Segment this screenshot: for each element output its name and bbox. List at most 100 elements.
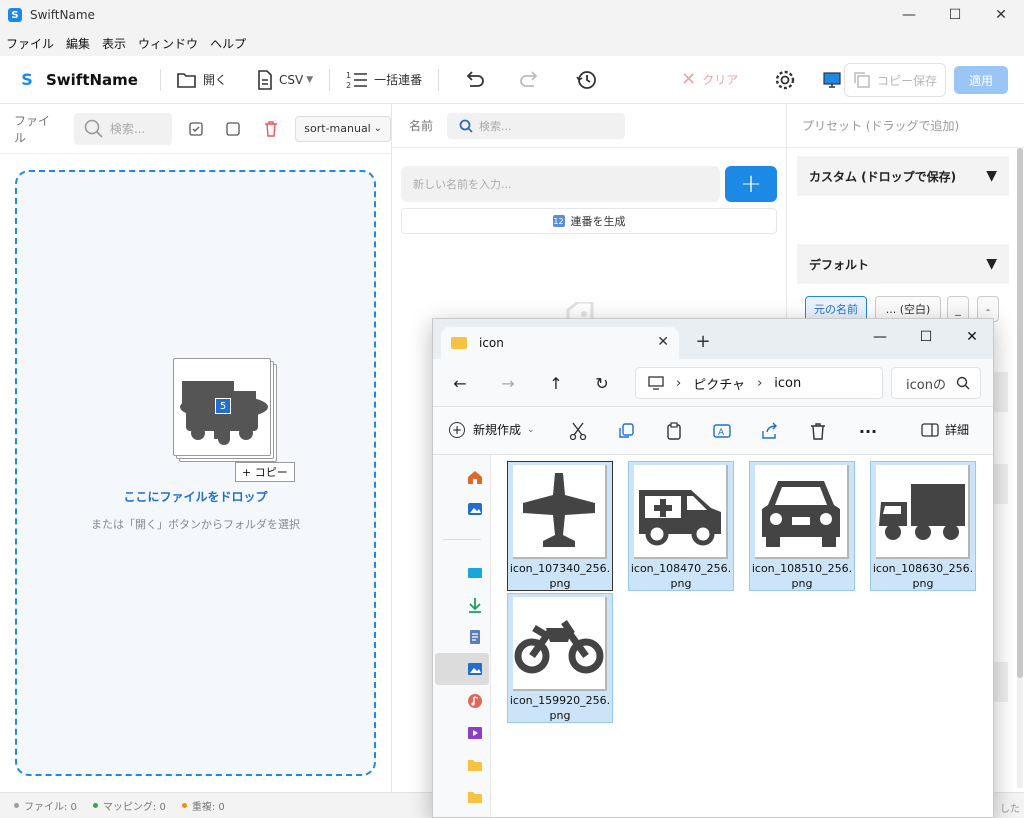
paste-button[interactable] [663, 421, 685, 441]
batch-number-button[interactable]: 12 一括連番 [338, 64, 430, 96]
details-pane-button[interactable]: 詳細 [921, 421, 969, 438]
gear-icon [776, 70, 795, 89]
status-mappings: マッピング: 0 [92, 798, 166, 813]
file-name: icon_159920_256.png [509, 694, 611, 722]
file-item[interactable]: icon_108510_256.png [749, 461, 855, 591]
explorer-tab[interactable]: icon ✕ [441, 327, 679, 359]
refresh-button[interactable]: ↻ [589, 371, 615, 395]
file-item[interactable]: icon_159920_256.png [507, 593, 613, 723]
desktop-icon[interactable] [467, 565, 483, 581]
new-item-label: 新規作成 [473, 423, 522, 437]
undo-button[interactable] [455, 64, 499, 96]
history-button[interactable] [567, 64, 611, 96]
new-name-input[interactable]: 新しい名前を入力... [401, 166, 720, 202]
file-item[interactable]: icon_108470_256.png [628, 461, 734, 591]
drop-zone-title: ここにファイルをドロップ [123, 490, 268, 504]
menu-file[interactable]: ファイル [0, 35, 60, 52]
download-icon[interactable] [467, 597, 483, 613]
deselect-all-button[interactable] [219, 115, 247, 143]
custom-preset-label: カスタム (ドロップで保存) [809, 169, 957, 184]
explorer-close-button[interactable]: ✕ [949, 323, 993, 351]
videos-icon[interactable] [467, 725, 483, 741]
csv-label: CSV [279, 72, 304, 87]
open-button[interactable]: 開く [169, 64, 235, 96]
csv-button[interactable]: CSV ▼ [249, 64, 321, 96]
explorer-maximize-button[interactable]: ☐ [903, 323, 949, 351]
folder-icon[interactable] [467, 757, 483, 773]
folder-icon [451, 337, 467, 349]
generate-sequence-button[interactable]: 12 連番を生成 [401, 208, 777, 234]
menu-edit[interactable]: 編集 [60, 35, 96, 52]
toolbar-divider [329, 68, 331, 91]
explorer-search-input[interactable]: iconの [891, 367, 981, 399]
select-all-button[interactable] [182, 115, 210, 143]
status-mappings-text: マッピング: 0 [102, 802, 166, 813]
trash-icon [811, 423, 825, 440]
up-button[interactable]: ↑ [543, 371, 569, 395]
new-tab-button[interactable]: + [691, 329, 715, 353]
delete-button[interactable] [807, 421, 829, 441]
breadcrumb-pictures[interactable]: ピクチャ [693, 374, 745, 393]
music-icon[interactable] [467, 693, 483, 709]
svg-text:1: 1 [346, 71, 351, 80]
folder-icon[interactable] [467, 789, 483, 805]
pictures-icon[interactable] [467, 661, 483, 677]
close-button[interactable]: ✕ [978, 0, 1024, 30]
drag-preview: 5 [173, 358, 277, 462]
gallery-icon[interactable] [467, 501, 483, 517]
back-button[interactable]: ← [447, 371, 473, 395]
settings-button[interactable] [766, 64, 810, 96]
brand: S SwiftName [18, 70, 138, 89]
file-search-placeholder: 検索... [109, 122, 146, 136]
menu-help[interactable]: ヘルプ [204, 35, 252, 52]
custom-preset-accordion[interactable]: カスタム (ドロップで保存) ▼ [797, 156, 1009, 196]
numbered-list-icon: 12 [346, 71, 368, 90]
file-name: icon_107340_256.png [509, 562, 611, 590]
explorer-file-area: icon_107340_256.png icon_108470_256.png [491, 455, 993, 817]
preset-scrollbar[interactable] [1017, 148, 1023, 788]
file-thumbnail [513, 597, 607, 691]
breadcrumb-icon[interactable]: icon [774, 376, 801, 391]
copy-save-label: コピー保存 [876, 73, 937, 88]
apply-button[interactable]: 適用 [954, 66, 1008, 94]
close-tab-icon[interactable]: ✕ [657, 334, 669, 350]
file-name: icon_108510_256.png [751, 562, 853, 590]
explorer-minimize-button[interactable]: — [857, 323, 903, 351]
menu-window[interactable]: ウィンドウ [132, 35, 204, 52]
maximize-button[interactable]: ☐ [932, 0, 978, 30]
documents-icon[interactable] [467, 629, 483, 645]
monitor-icon [648, 376, 664, 390]
clear-button[interactable]: ✕ クリア [673, 64, 746, 96]
search-icon [956, 376, 970, 390]
share-button[interactable] [759, 421, 781, 441]
home-icon[interactable] [467, 469, 483, 485]
rename-button[interactable]: A [711, 421, 733, 441]
cut-button[interactable] [567, 421, 589, 441]
scrollbar-thumb[interactable] [1017, 148, 1023, 678]
delete-button[interactable] [257, 115, 285, 143]
file-drop-zone[interactable]: 5 + コピー ここにファイルをドロップ または「開く」ボタンからフォルダを選択 [15, 170, 376, 776]
copy-save-button[interactable]: コピー保存 [844, 63, 946, 97]
file-search-input[interactable]: 検索... [73, 112, 172, 145]
add-name-button[interactable]: + [725, 166, 777, 202]
forward-button[interactable]: → [495, 371, 521, 395]
drag-count-badge: 5 [215, 398, 231, 414]
copy-icon [854, 72, 870, 88]
explorer-address-bar: ← → ↑ ↻ › ピクチャ › icon iconの [433, 359, 993, 407]
details-pane-label: 詳細 [945, 423, 970, 437]
file-item[interactable]: icon_108630_256.png [870, 461, 976, 591]
file-name: icon_108470_256.png [630, 562, 732, 590]
explorer-search-text: iconの [906, 377, 946, 393]
more-options-icon[interactable]: ··· [857, 421, 879, 441]
menu-view[interactable]: 表示 [96, 35, 132, 52]
chevron-down-icon: ⌄ [527, 424, 535, 435]
redo-button[interactable] [511, 64, 555, 96]
minimize-button[interactable]: — [886, 0, 932, 30]
sort-select[interactable]: sort-manual ⌄ [295, 115, 392, 142]
name-search-input[interactable]: 検索... [447, 112, 626, 139]
file-item[interactable]: icon_107340_256.png [507, 461, 613, 591]
default-preset-accordion[interactable]: デフォルト ▼ [797, 244, 1009, 284]
new-item-button[interactable]: + 新規作成 ⌄ [449, 421, 535, 438]
address-input[interactable]: › ピクチャ › icon [635, 367, 883, 399]
copy-button[interactable] [615, 421, 637, 441]
